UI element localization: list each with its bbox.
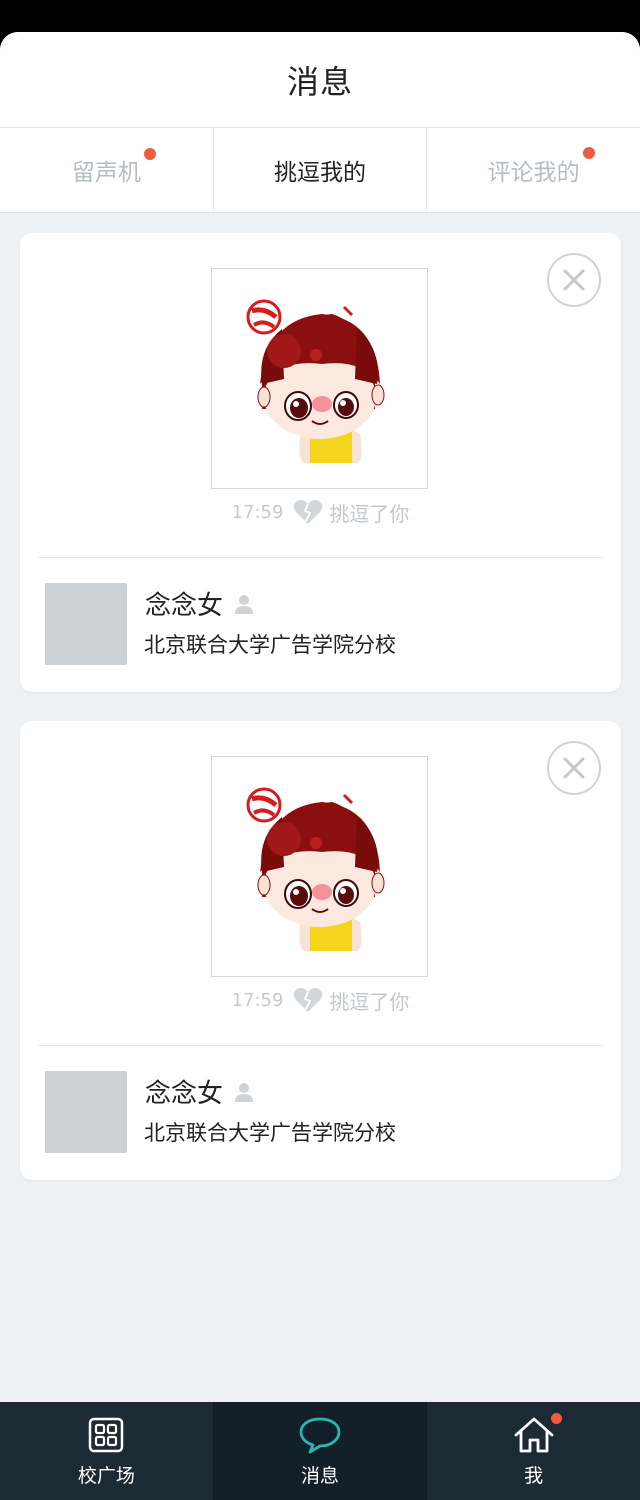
tab-label: 挑逗我的: [274, 160, 366, 186]
sticker-image[interactable]: [211, 756, 428, 977]
page-title: 消息: [286, 62, 353, 101]
broken-heart-icon: [293, 987, 323, 1013]
tease-action-text: 挑逗了你: [329, 501, 410, 526]
notification-dot: [551, 1413, 563, 1424]
person-icon: [233, 593, 255, 615]
user-name-row[interactable]: 念念女: [145, 1073, 255, 1110]
tease-card: 17:59 挑逗了你 念念女 北京联合大学广告学院分校: [20, 721, 621, 1180]
tease-meta: 17:59 挑逗了你: [20, 495, 621, 529]
timestamp: 17:59: [231, 501, 284, 523]
user-name: 念念女: [145, 591, 224, 621]
nav-school-square[interactable]: 校广场: [0, 1402, 214, 1500]
tab-teased-me[interactable]: 挑逗我的: [214, 128, 428, 212]
sticker-image[interactable]: [211, 268, 428, 489]
nav-label: 消息: [301, 1464, 340, 1487]
nav-me[interactable]: 我: [427, 1402, 640, 1500]
close-button[interactable]: [547, 253, 601, 307]
close-icon: [563, 757, 585, 779]
broken-heart-icon: [293, 499, 323, 525]
tab-voice-recorder[interactable]: 留声机: [0, 128, 214, 212]
divider: [38, 557, 603, 558]
avatar[interactable]: [45, 583, 127, 665]
avatar[interactable]: [45, 1071, 127, 1153]
tab-bar: 留声机 挑逗我的 评论我的: [0, 128, 640, 213]
top-bar: 消息: [0, 32, 640, 128]
close-icon: [563, 269, 585, 291]
nav-label: 校广场: [77, 1464, 135, 1487]
nav-label: 我: [524, 1464, 544, 1487]
tab-label: 留声机: [71, 160, 141, 186]
tab-label: 评论我的: [487, 160, 580, 186]
tease-card: 17:59 挑逗了你 念念女 北京联合大学广告学院分校: [20, 233, 621, 692]
bottom-nav: 校广场 消息 我: [0, 1402, 640, 1500]
nav-messages[interactable]: 消息: [213, 1402, 428, 1500]
chat-bubble-icon: [298, 1415, 342, 1455]
user-name: 念念女: [145, 1079, 224, 1109]
person-icon: [233, 1081, 255, 1103]
notification-dot: [583, 147, 596, 159]
divider: [38, 1045, 603, 1046]
cartoon-girl-sticker: [246, 787, 385, 951]
notification-dot: [144, 148, 156, 160]
home-icon: [513, 1415, 555, 1455]
timestamp: 17:59: [231, 989, 284, 1011]
tease-meta: 17:59 挑逗了你: [20, 983, 621, 1017]
cartoon-girl-sticker: [246, 299, 385, 463]
tab-comments-on-me[interactable]: 评论我的: [427, 128, 640, 212]
close-button[interactable]: [547, 741, 601, 795]
user-school: 北京联合大学广告学院分校: [144, 1121, 396, 1145]
user-name-row[interactable]: 念念女: [145, 585, 255, 622]
tease-action-text: 挑逗了你: [329, 989, 410, 1014]
messages-screen: 消息 留声机 挑逗我的 评论我的 17:59 挑逗了你 念念女 北京联合大学广告…: [0, 32, 640, 1500]
user-school: 北京联合大学广告学院分校: [144, 633, 396, 657]
grid-icon: [88, 1415, 124, 1455]
